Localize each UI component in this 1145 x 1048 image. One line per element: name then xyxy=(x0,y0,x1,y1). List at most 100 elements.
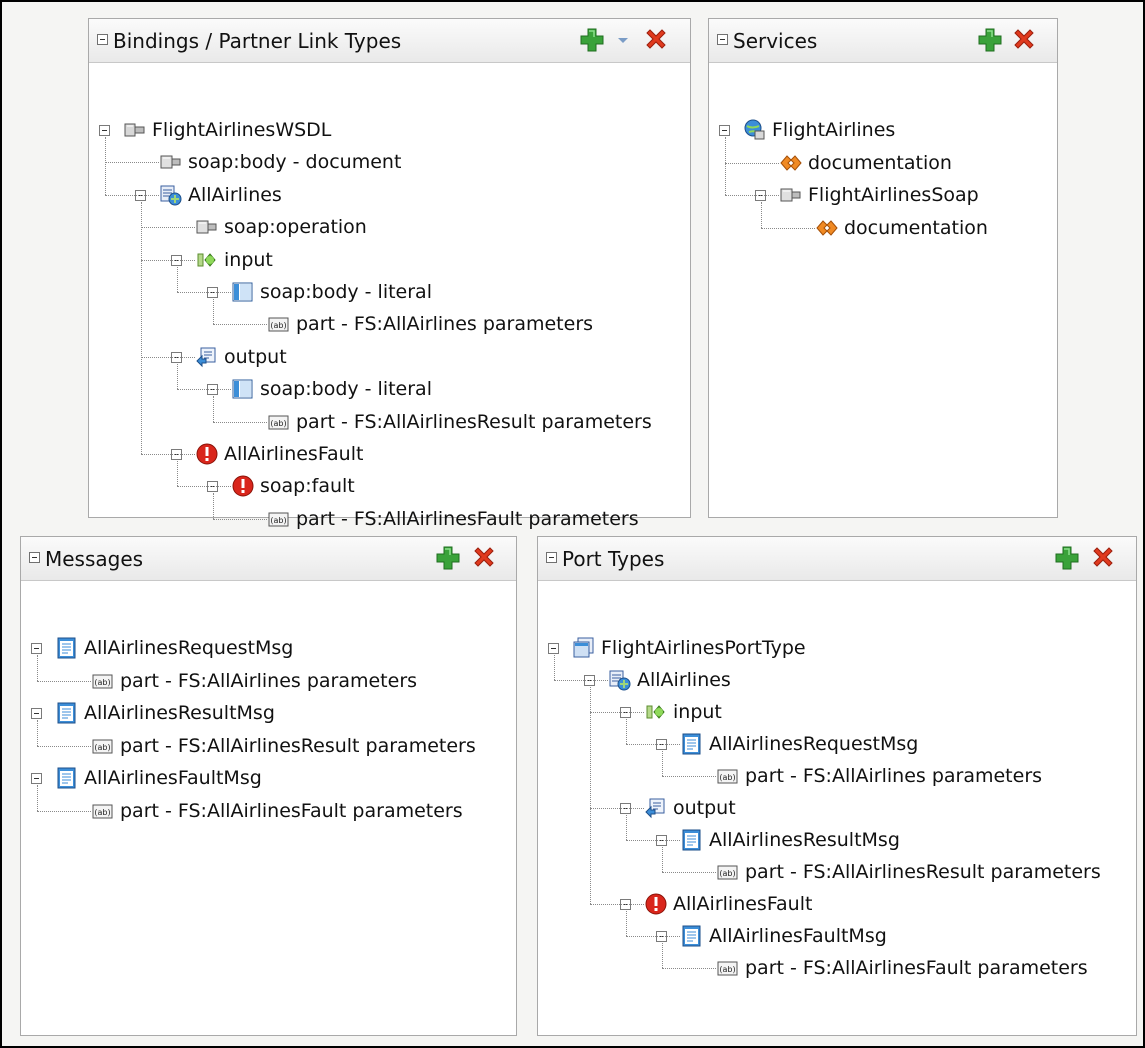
tree-node[interactable]: (ab) part - FS:AllAirlinesFault parameter… xyxy=(716,953,1088,983)
tree-node[interactable]: AllAirlinesFaultMsg xyxy=(680,921,887,951)
tree-connector xyxy=(177,266,178,292)
tree-node[interactable]: soap:fault xyxy=(231,471,355,501)
tree-connector xyxy=(105,137,106,195)
delete-icon[interactable] xyxy=(1011,27,1037,53)
tree-node[interactable]: soap:body - document xyxy=(159,147,401,177)
tree-node[interactable]: soap:body - literal xyxy=(231,277,432,307)
tree-node-label: AllAirlinesFault xyxy=(224,443,364,465)
tree-node[interactable]: FlightAirlines xyxy=(743,115,895,145)
tree-node[interactable]: input xyxy=(644,697,722,727)
chevron-down-icon[interactable] xyxy=(616,27,630,53)
tree-connector xyxy=(105,162,159,164)
tree-connector xyxy=(554,680,608,681)
services-panel-header: Services xyxy=(709,19,1057,63)
tree-node-label: part - FS:AllAirlines parameters xyxy=(296,313,594,336)
documentation-icon xyxy=(780,154,802,171)
tree-node[interactable]: (ab) part - FS:AllAirlines parameters xyxy=(267,309,593,339)
tree-connector xyxy=(662,776,716,777)
tree-node[interactable]: (ab) part - FS:AllAirlines parameters xyxy=(91,666,417,696)
add-icon[interactable] xyxy=(1054,545,1080,571)
tree-node[interactable]: (ab) part - FS:AllAirlinesResult paramete… xyxy=(716,857,1101,887)
tree-node[interactable]: AllAirlinesRequestMsg xyxy=(55,633,293,663)
tree-connector xyxy=(590,808,644,809)
output-icon xyxy=(196,347,216,368)
tree-connector xyxy=(37,785,38,811)
connector-icon xyxy=(160,155,181,169)
tree-node[interactable]: (ab) part - FS:AllAirlinesResult paramete… xyxy=(91,731,476,761)
bindings-panel-title: Bindings / Partner Link Types xyxy=(113,29,402,53)
delete-icon[interactable] xyxy=(1090,545,1116,571)
fault-icon xyxy=(645,893,667,915)
tree-node[interactable]: AllAirlines xyxy=(608,665,731,695)
tree-node-label: output xyxy=(224,345,287,368)
svg-text:(ab): (ab) xyxy=(719,773,735,782)
tree-node-label: part - FS:AllAirlines parameters xyxy=(120,669,418,692)
tree-connector xyxy=(725,195,779,197)
fault-icon xyxy=(196,443,218,465)
soap-body-icon xyxy=(232,379,253,399)
tree-connector xyxy=(37,745,91,747)
tree-connector xyxy=(141,201,142,454)
tree-toggle[interactable] xyxy=(31,708,42,719)
tree-node-label: documentation xyxy=(808,151,952,174)
services-panel: Services FlightAirlines documentation Flig… xyxy=(708,18,1058,518)
tree-node[interactable]: AllAirlinesResultMsg xyxy=(55,698,275,728)
tree-toggle[interactable] xyxy=(719,125,730,136)
tree-connector xyxy=(761,227,815,229)
svg-text:(ab): (ab) xyxy=(270,419,286,428)
bindings-panel-header: Bindings / Partner Link Types xyxy=(89,19,690,63)
tree-node[interactable]: documentation xyxy=(779,148,952,178)
collapse-icon[interactable] xyxy=(717,34,728,45)
tree-node[interactable]: input xyxy=(195,245,273,275)
tree-toggle[interactable] xyxy=(31,643,42,654)
tree-node[interactable]: (ab) part - FS:AllAirlinesResult paramete… xyxy=(267,407,652,437)
tree-node[interactable]: AllAirlinesResultMsg xyxy=(680,825,900,855)
tree-node[interactable]: output xyxy=(195,342,287,372)
part-icon: (ab) xyxy=(92,804,113,818)
tree-node[interactable]: soap:body - literal xyxy=(231,374,432,404)
add-icon[interactable] xyxy=(977,27,1003,53)
tree-connector xyxy=(105,194,159,196)
tree-node[interactable]: documentation xyxy=(815,213,988,243)
delete-icon[interactable] xyxy=(643,27,669,53)
tree-connector xyxy=(626,911,627,936)
tree-node[interactable]: AllAirlinesFaultMsg xyxy=(55,763,262,793)
tree-node-label: AllAirlinesFault xyxy=(673,893,813,915)
tree-toggle[interactable] xyxy=(31,773,42,784)
connector-icon xyxy=(196,220,217,234)
tree-toggle[interactable] xyxy=(548,643,559,654)
tree-node[interactable]: FlightAirlinesSoap xyxy=(779,180,979,210)
tree-node-label: input xyxy=(224,248,273,271)
tree-connector xyxy=(590,687,591,904)
tree-node[interactable]: output xyxy=(644,793,736,823)
tree-node[interactable]: AllAirlinesFault xyxy=(195,439,363,469)
delete-icon[interactable] xyxy=(471,545,497,571)
add-icon[interactable] xyxy=(435,545,461,571)
tree-toggle[interactable] xyxy=(99,125,110,136)
input-icon xyxy=(646,705,665,719)
tree-node[interactable]: (ab) part - FS:AllAirlinesFault parameter… xyxy=(267,504,639,534)
part-icon: (ab) xyxy=(268,415,289,430)
collapse-icon[interactable] xyxy=(97,34,108,45)
tree-node[interactable]: AllAirlines xyxy=(159,180,282,210)
porttypes-panel-title: Port Types xyxy=(562,547,665,571)
tree-node[interactable]: (ab) part - FS:AllAirlines parameters xyxy=(716,761,1042,791)
tree-node-label: AllAirlinesFaultMsg xyxy=(709,925,887,947)
tree-node[interactable]: AllAirlinesRequestMsg xyxy=(680,729,918,759)
tree-node[interactable]: FlightAirlinesPortType xyxy=(572,633,806,663)
tree-node[interactable]: soap:operation xyxy=(195,212,367,242)
tree-connector xyxy=(626,840,680,841)
tree-node[interactable]: AllAirlinesFault xyxy=(644,889,812,919)
collapse-icon[interactable] xyxy=(546,552,557,563)
output-icon xyxy=(645,798,665,819)
collapse-icon[interactable] xyxy=(29,552,40,563)
part-icon: (ab) xyxy=(717,961,738,976)
soap-body-icon xyxy=(232,282,253,302)
tree-connector xyxy=(590,904,644,905)
tree-connector xyxy=(554,655,555,680)
add-icon[interactable] xyxy=(579,27,605,53)
part-icon: (ab) xyxy=(92,739,113,753)
tree-node[interactable]: (ab) part - FS:AllAirlinesFault parameter… xyxy=(91,796,463,826)
tree-node[interactable]: FlightAirlinesWSDL xyxy=(123,115,331,145)
tree-connector xyxy=(662,847,663,872)
